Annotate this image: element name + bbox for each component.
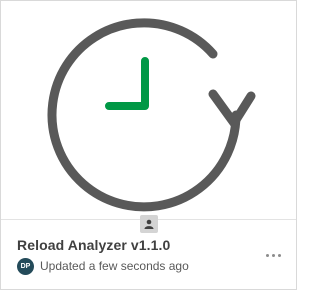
clock-hands [105,57,149,110]
person-icon [144,219,154,229]
arrow-head [208,89,256,128]
updated-text: Updated a few seconds ago [40,259,189,273]
app-meta: DP Updated a few seconds ago [17,257,189,275]
app-card[interactable]: Reload Analyzer v1.1.0 DP Updated a few … [0,0,297,290]
app-thumbnail[interactable] [1,1,296,220]
app-title[interactable]: Reload Analyzer v1.1.0 [17,237,170,253]
more-actions-button[interactable] [263,247,283,263]
more-horizontal-icon [265,253,269,257]
clock-reload-icon [47,18,256,212]
clock-arc [47,18,241,212]
more-horizontal-icon [271,253,275,257]
owner-chip [140,215,158,233]
owner-avatar: DP [17,257,34,275]
more-horizontal-icon [277,253,281,257]
